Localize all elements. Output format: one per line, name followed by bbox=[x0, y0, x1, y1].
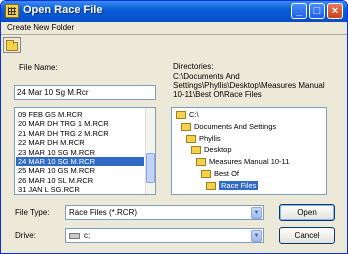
directory-tree-label: C:\ bbox=[189, 110, 199, 119]
file-list-item[interactable]: 26 MAR 10 SL M.RCR bbox=[16, 176, 144, 185]
menu-bar: Create New Folder bbox=[1, 22, 347, 35]
scroll-thumb[interactable] bbox=[146, 153, 155, 183]
directory-tree-item[interactable]: Phyllis bbox=[186, 134, 221, 144]
maximize-icon[interactable]: □ bbox=[309, 3, 325, 19]
directory-tree-item[interactable]: Best Of bbox=[201, 169, 239, 179]
title-bar: Open Race File _ □ × bbox=[1, 1, 347, 22]
folder-icon bbox=[206, 181, 216, 190]
directory-tree-item[interactable]: C:\ bbox=[176, 110, 199, 120]
file-list-item[interactable]: 24 MAR 10 SG M.RCR bbox=[16, 157, 144, 166]
folder-icon bbox=[176, 111, 186, 120]
file-list-item[interactable]: 23 MAR 10 SG M.RCR bbox=[16, 148, 144, 157]
file-list[interactable]: 09 FEB GS M.RCR 20 MAR DH TRG 1 M.RCR 21 M… bbox=[14, 107, 156, 195]
directory-tree[interactable]: C:\ Documents And Settings Phyllis Desktop M… bbox=[171, 107, 327, 195]
directory-tree-item[interactable]: Documents And Settings bbox=[181, 122, 276, 132]
directory-tree-label: Best Of bbox=[214, 169, 240, 178]
drive-label: Drive: bbox=[15, 231, 36, 240]
close-icon[interactable]: × bbox=[327, 3, 343, 19]
drive-value: c: bbox=[84, 231, 91, 240]
create-new-folder-menu[interactable]: Create New Folder bbox=[7, 23, 74, 32]
cancel-button[interactable]: Cancel bbox=[279, 227, 335, 244]
file-name-label: File Name: bbox=[19, 63, 58, 72]
directory-tree-label: Documents And Settings bbox=[194, 121, 277, 131]
directory-tree-item[interactable]: Race Files bbox=[206, 180, 259, 191]
directory-path-line-2: Settings\Phyllis\Desktop\Measures Manual bbox=[173, 81, 325, 90]
open-race-file-dialog: Open Race File _ □ × Create New Folder F… bbox=[0, 0, 348, 254]
directory-tree-item[interactable]: Desktop bbox=[191, 145, 232, 155]
folder-icon bbox=[6, 40, 18, 51]
folder-icon bbox=[196, 158, 206, 167]
folder-icon bbox=[191, 146, 201, 155]
open-button[interactable]: Open bbox=[279, 204, 335, 221]
file-name-input[interactable]: 24 Mar 10 Sg M.Rcr bbox=[14, 85, 156, 100]
file-list-item[interactable]: 21 MAR DH TRG 2 M.RCR bbox=[16, 129, 144, 138]
folder-icon bbox=[201, 170, 211, 179]
file-list-item[interactable]: 22 MAR DH M.RCR bbox=[16, 138, 144, 147]
minimize-icon[interactable]: _ bbox=[291, 3, 307, 19]
folder-icon bbox=[181, 122, 191, 131]
file-type-value: Race Files (*.RCR) bbox=[69, 208, 138, 217]
directory-path-line-3: 10-11\Best Of\Race Files bbox=[173, 90, 262, 99]
file-list-item[interactable]: 31 JAN L SG.RCR bbox=[16, 185, 144, 194]
file-list-scrollbar[interactable] bbox=[145, 108, 155, 194]
directory-tree-label: Measures Manual 10-11 bbox=[209, 157, 290, 167]
file-list-item[interactable]: 09 FEB GS M.RCR bbox=[16, 110, 144, 119]
file-type-label: File Type: bbox=[15, 208, 50, 217]
directory-tree-label: Race Files bbox=[219, 180, 259, 190]
chevron-down-icon[interactable]: ▼ bbox=[251, 230, 262, 242]
drive-select[interactable]: c: ▼ bbox=[65, 228, 264, 243]
directory-tree-item[interactable]: Measures Manual 10-11 bbox=[196, 157, 289, 167]
directory-tree-label: Desktop bbox=[204, 145, 232, 155]
file-list-item[interactable]: 25 MAR 10 GS M.RCR bbox=[16, 166, 144, 175]
new-folder-button[interactable] bbox=[3, 37, 21, 53]
folder-icon bbox=[186, 134, 196, 143]
directories-label: Directories: bbox=[173, 62, 214, 71]
chevron-down-icon[interactable]: ▼ bbox=[251, 207, 262, 219]
window-title: Open Race File bbox=[23, 4, 103, 16]
directory-tree-label: Phyllis bbox=[199, 133, 221, 143]
file-type-select[interactable]: Race Files (*.RCR) ▼ bbox=[65, 205, 264, 220]
directory-path-line-1: C:\Documents And bbox=[173, 72, 240, 81]
file-list-item[interactable]: 20 MAR DH TRG 1 M.RCR bbox=[16, 119, 144, 128]
app-icon bbox=[5, 4, 19, 18]
drive-icon bbox=[69, 232, 80, 239]
